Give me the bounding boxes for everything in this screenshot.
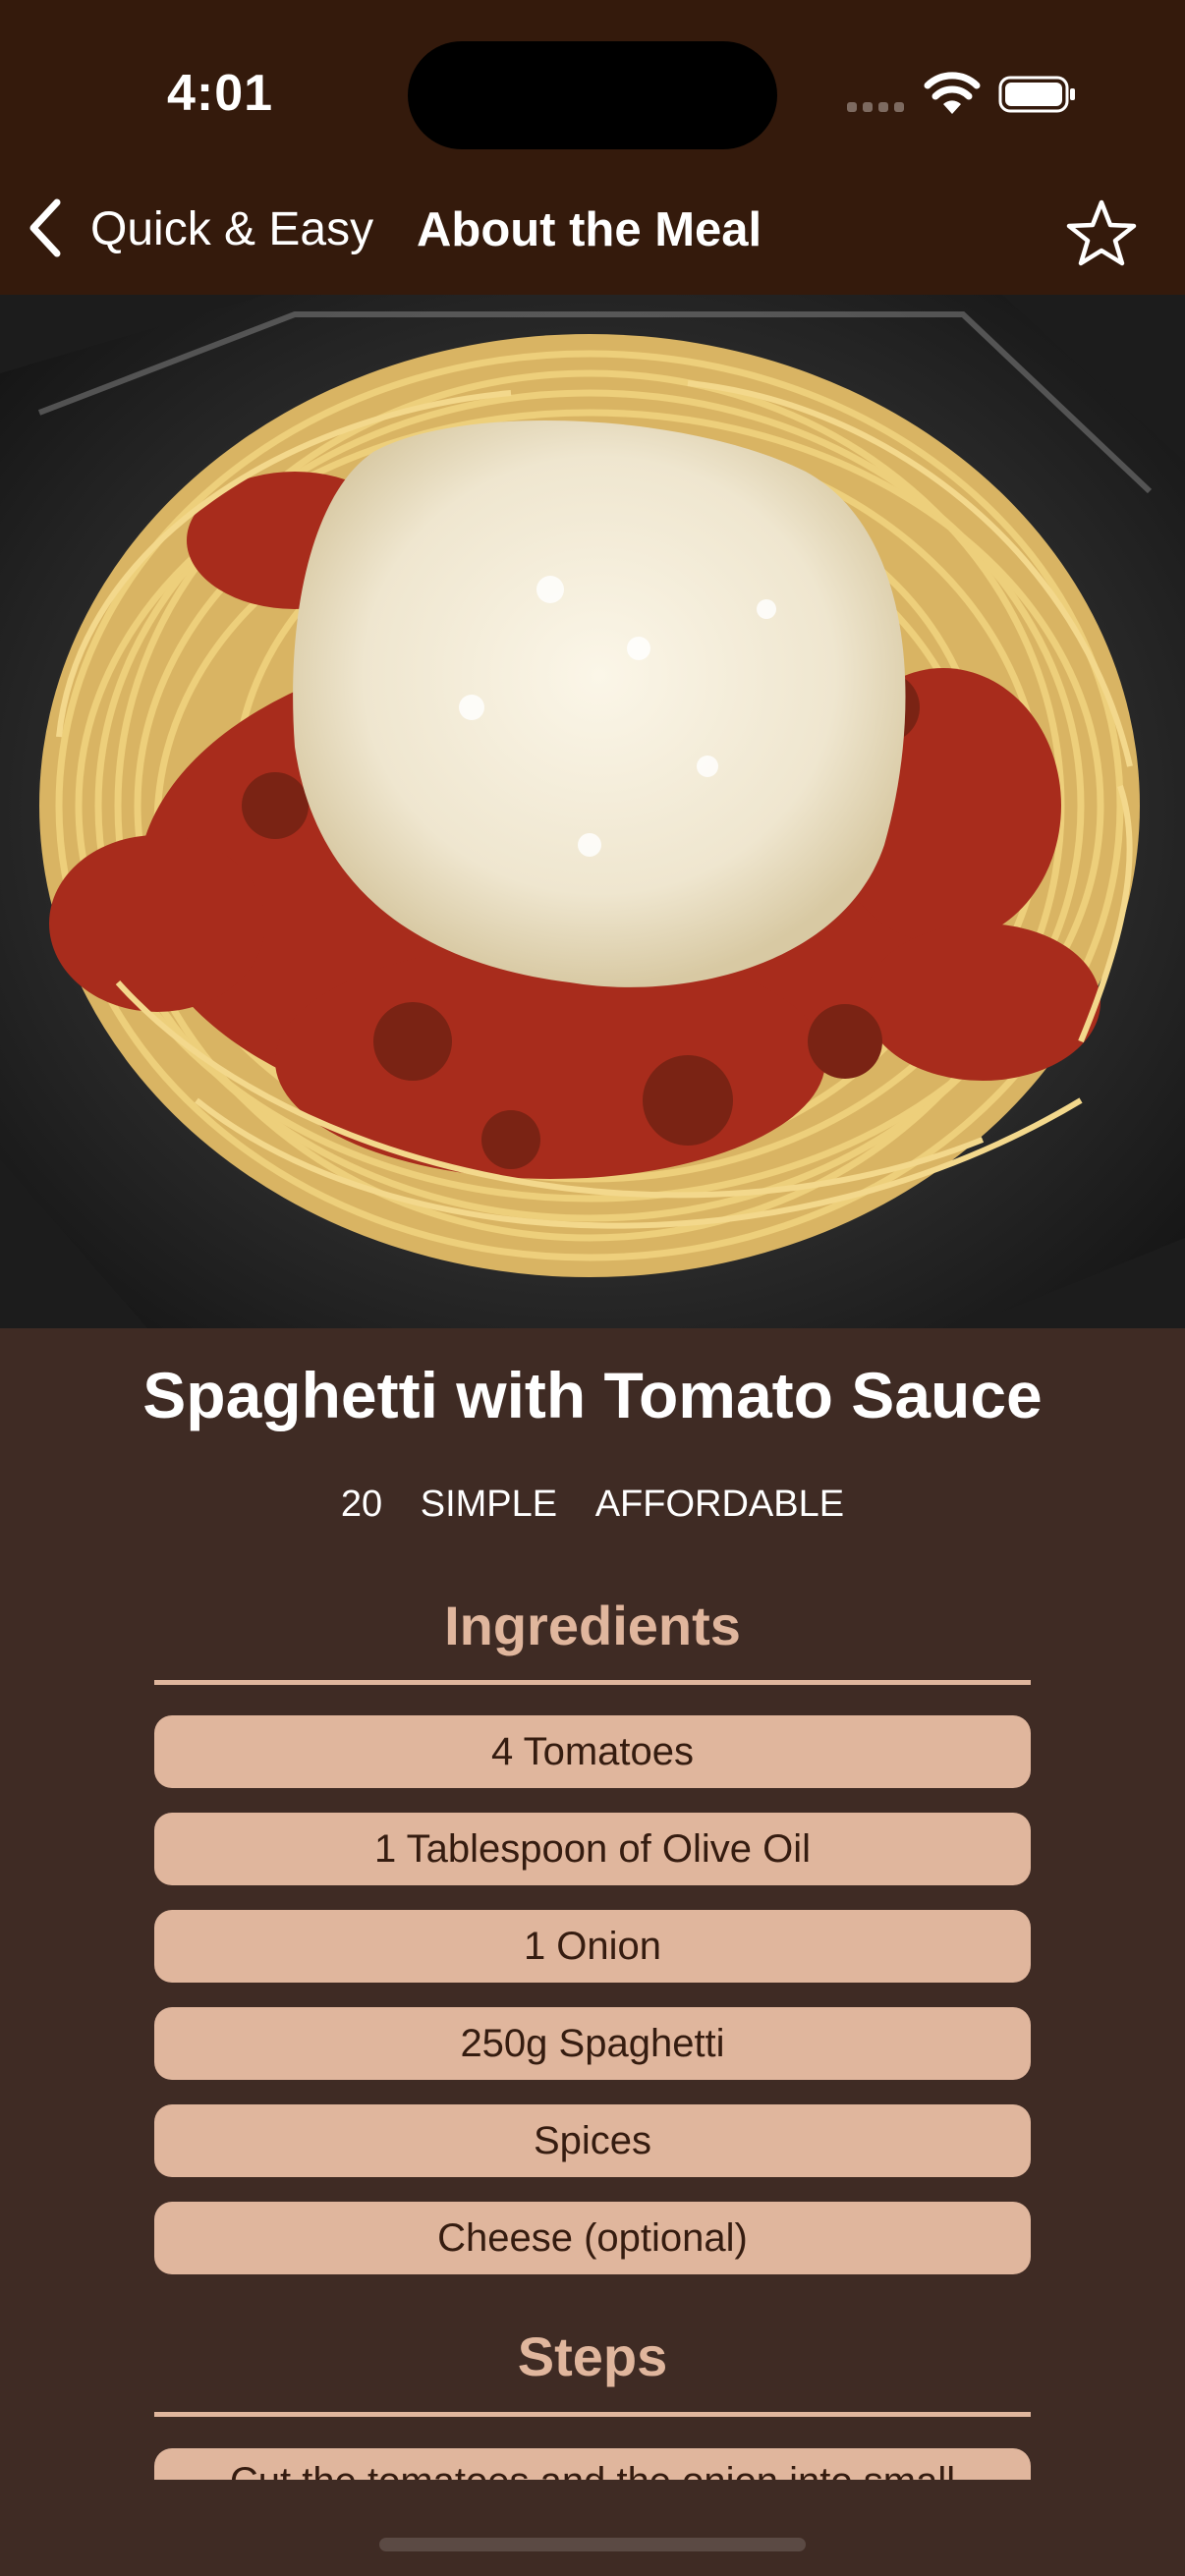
- meal-complexity: SIMPLE: [420, 1484, 558, 1525]
- status-time: 4:01: [167, 65, 274, 122]
- meal-duration: 20: [340, 1484, 383, 1525]
- step-item: Cut the tomatoes and the onion into smal…: [154, 2448, 1031, 2480]
- chevron-left-icon[interactable]: [22, 196, 69, 259]
- meal-affordability: AFFORDABLE: [594, 1484, 845, 1525]
- ingredients-list: 4 Tomatoes 1 Tablespoon of Olive Oil 1 O…: [154, 1715, 1031, 2299]
- battery-icon: [998, 76, 1075, 113]
- steps-heading: Steps: [517, 2325, 668, 2387]
- ingredient-item: 250g Spaghetti: [154, 2007, 1031, 2080]
- steps-divider: [154, 2412, 1031, 2417]
- cellular-signal-icon: [847, 102, 906, 116]
- page-title: About the Meal: [417, 203, 762, 256]
- home-indicator[interactable]: [379, 2538, 806, 2551]
- meal-details: 20 SIMPLE AFFORDABLE: [0, 1484, 1185, 1526]
- ingredients-divider: [154, 1680, 1031, 1685]
- ingredient-item: 1 Onion: [154, 1910, 1031, 1983]
- meal-title: Spaghetti with Tomato Sauce: [142, 1359, 1043, 1431]
- wifi-icon: [924, 72, 981, 114]
- favorite-star-icon[interactable]: [1065, 198, 1138, 267]
- meal-image: [0, 295, 1185, 1328]
- ingredient-item: Cheese (optional): [154, 2202, 1031, 2274]
- dynamic-island: [408, 41, 777, 149]
- ingredient-item: 4 Tomatoes: [154, 1715, 1031, 1788]
- app-header: 4:01 Quick & Easy About the Meal: [0, 0, 1185, 295]
- steps-list: Cut the tomatoes and the onion into smal…: [154, 2448, 1031, 2480]
- ingredient-item: 1 Tablespoon of Olive Oil: [154, 1813, 1031, 1885]
- ingredients-heading: Ingredients: [444, 1595, 741, 1656]
- back-button[interactable]: Quick & Easy: [90, 202, 373, 256]
- ingredient-item: Spices: [154, 2104, 1031, 2177]
